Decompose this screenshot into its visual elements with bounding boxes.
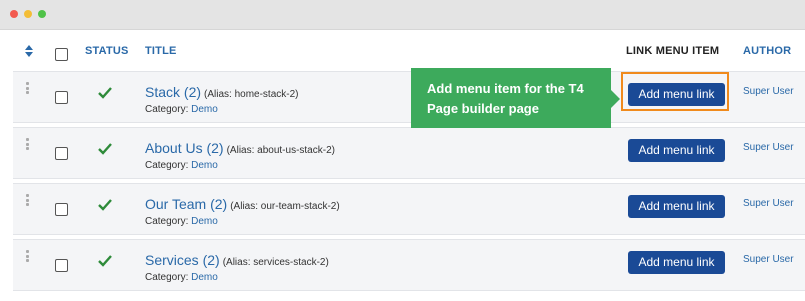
button-highlight-box: [621, 72, 729, 111]
category-line: Category: Demo: [145, 272, 218, 283]
category-link[interactable]: Demo: [191, 216, 218, 227]
row-checkbox[interactable]: [55, 259, 68, 272]
row-checkbox[interactable]: [55, 203, 68, 216]
article-title-link[interactable]: Stack (2): [145, 84, 201, 100]
drag-handle-icon[interactable]: [26, 194, 30, 206]
category-label: Category:: [145, 160, 189, 171]
status-column-header[interactable]: STATUS: [85, 45, 129, 57]
author-column-header[interactable]: AUTHOR: [743, 45, 791, 57]
article-alias: (Alias: about-us-stack-2): [226, 145, 335, 156]
table-row: About Us (2) (Alias: about-us-stack-2) Ca…: [13, 127, 805, 179]
title-column-header[interactable]: TITLE: [145, 45, 177, 57]
tooltip-callout: Add menu item for the T4 Page builder pa…: [411, 68, 620, 128]
category-label: Category:: [145, 104, 189, 115]
published-check-icon[interactable]: [97, 198, 113, 212]
maximize-window-button[interactable]: [38, 10, 46, 18]
sort-arrows-icon[interactable]: [24, 44, 34, 58]
window-titlebar: [0, 0, 805, 30]
category-label: Category:: [145, 272, 189, 283]
published-check-icon[interactable]: [97, 86, 113, 100]
drag-handle-icon[interactable]: [26, 82, 30, 94]
callout-line-1: Add menu item for the T4: [427, 81, 584, 96]
category-link[interactable]: Demo: [191, 272, 218, 283]
article-title-link[interactable]: Our Team (2): [145, 196, 227, 212]
add-menu-link-button[interactable]: Add menu link: [628, 195, 725, 218]
article-alias: (Alias: our-team-stack-2): [230, 201, 340, 212]
article-alias: (Alias: services-stack-2): [222, 257, 329, 268]
table-row: Our Team (2) (Alias: our-team-stack-2) Ca…: [13, 183, 805, 235]
category-line: Category: Demo: [145, 216, 218, 227]
article-alias: (Alias: home-stack-2): [204, 89, 299, 100]
article-title-link[interactable]: Services (2): [145, 252, 220, 268]
published-check-icon[interactable]: [97, 142, 113, 156]
title-cell: Stack (2) (Alias: home-stack-2): [145, 84, 298, 102]
category-line: Category: Demo: [145, 160, 218, 171]
add-menu-link-button[interactable]: Add menu link: [628, 251, 725, 274]
category-line: Category: Demo: [145, 104, 218, 115]
row-checkbox[interactable]: [55, 91, 68, 104]
category-label: Category:: [145, 216, 189, 227]
table-row: Services (2) (Alias: services-stack-2) Ca…: [13, 239, 805, 291]
row-checkbox[interactable]: [55, 147, 68, 160]
drag-handle-icon[interactable]: [26, 138, 30, 150]
category-link[interactable]: Demo: [191, 104, 218, 115]
callout-line-2: Page builder page: [427, 101, 539, 116]
article-title-link[interactable]: About Us (2): [145, 140, 224, 156]
published-check-icon[interactable]: [97, 254, 113, 268]
category-link[interactable]: Demo: [191, 160, 218, 171]
title-cell: Our Team (2) (Alias: our-team-stack-2): [145, 196, 340, 214]
add-menu-link-button[interactable]: Add menu link: [628, 139, 725, 162]
select-all-checkbox[interactable]: [55, 48, 68, 61]
table-header: STATUS TITLE LINK MENU ITEM AUTHOR: [0, 31, 805, 67]
close-window-button[interactable]: [10, 10, 18, 18]
title-cell: About Us (2) (Alias: about-us-stack-2): [145, 140, 335, 158]
author-link[interactable]: Super User: [743, 86, 794, 97]
minimize-window-button[interactable]: [24, 10, 32, 18]
link-menu-item-column-header: LINK MENU ITEM: [626, 45, 720, 57]
author-link[interactable]: Super User: [743, 254, 794, 265]
drag-handle-icon[interactable]: [26, 250, 30, 262]
title-cell: Services (2) (Alias: services-stack-2): [145, 252, 329, 270]
author-link[interactable]: Super User: [743, 198, 794, 209]
author-link[interactable]: Super User: [743, 142, 794, 153]
